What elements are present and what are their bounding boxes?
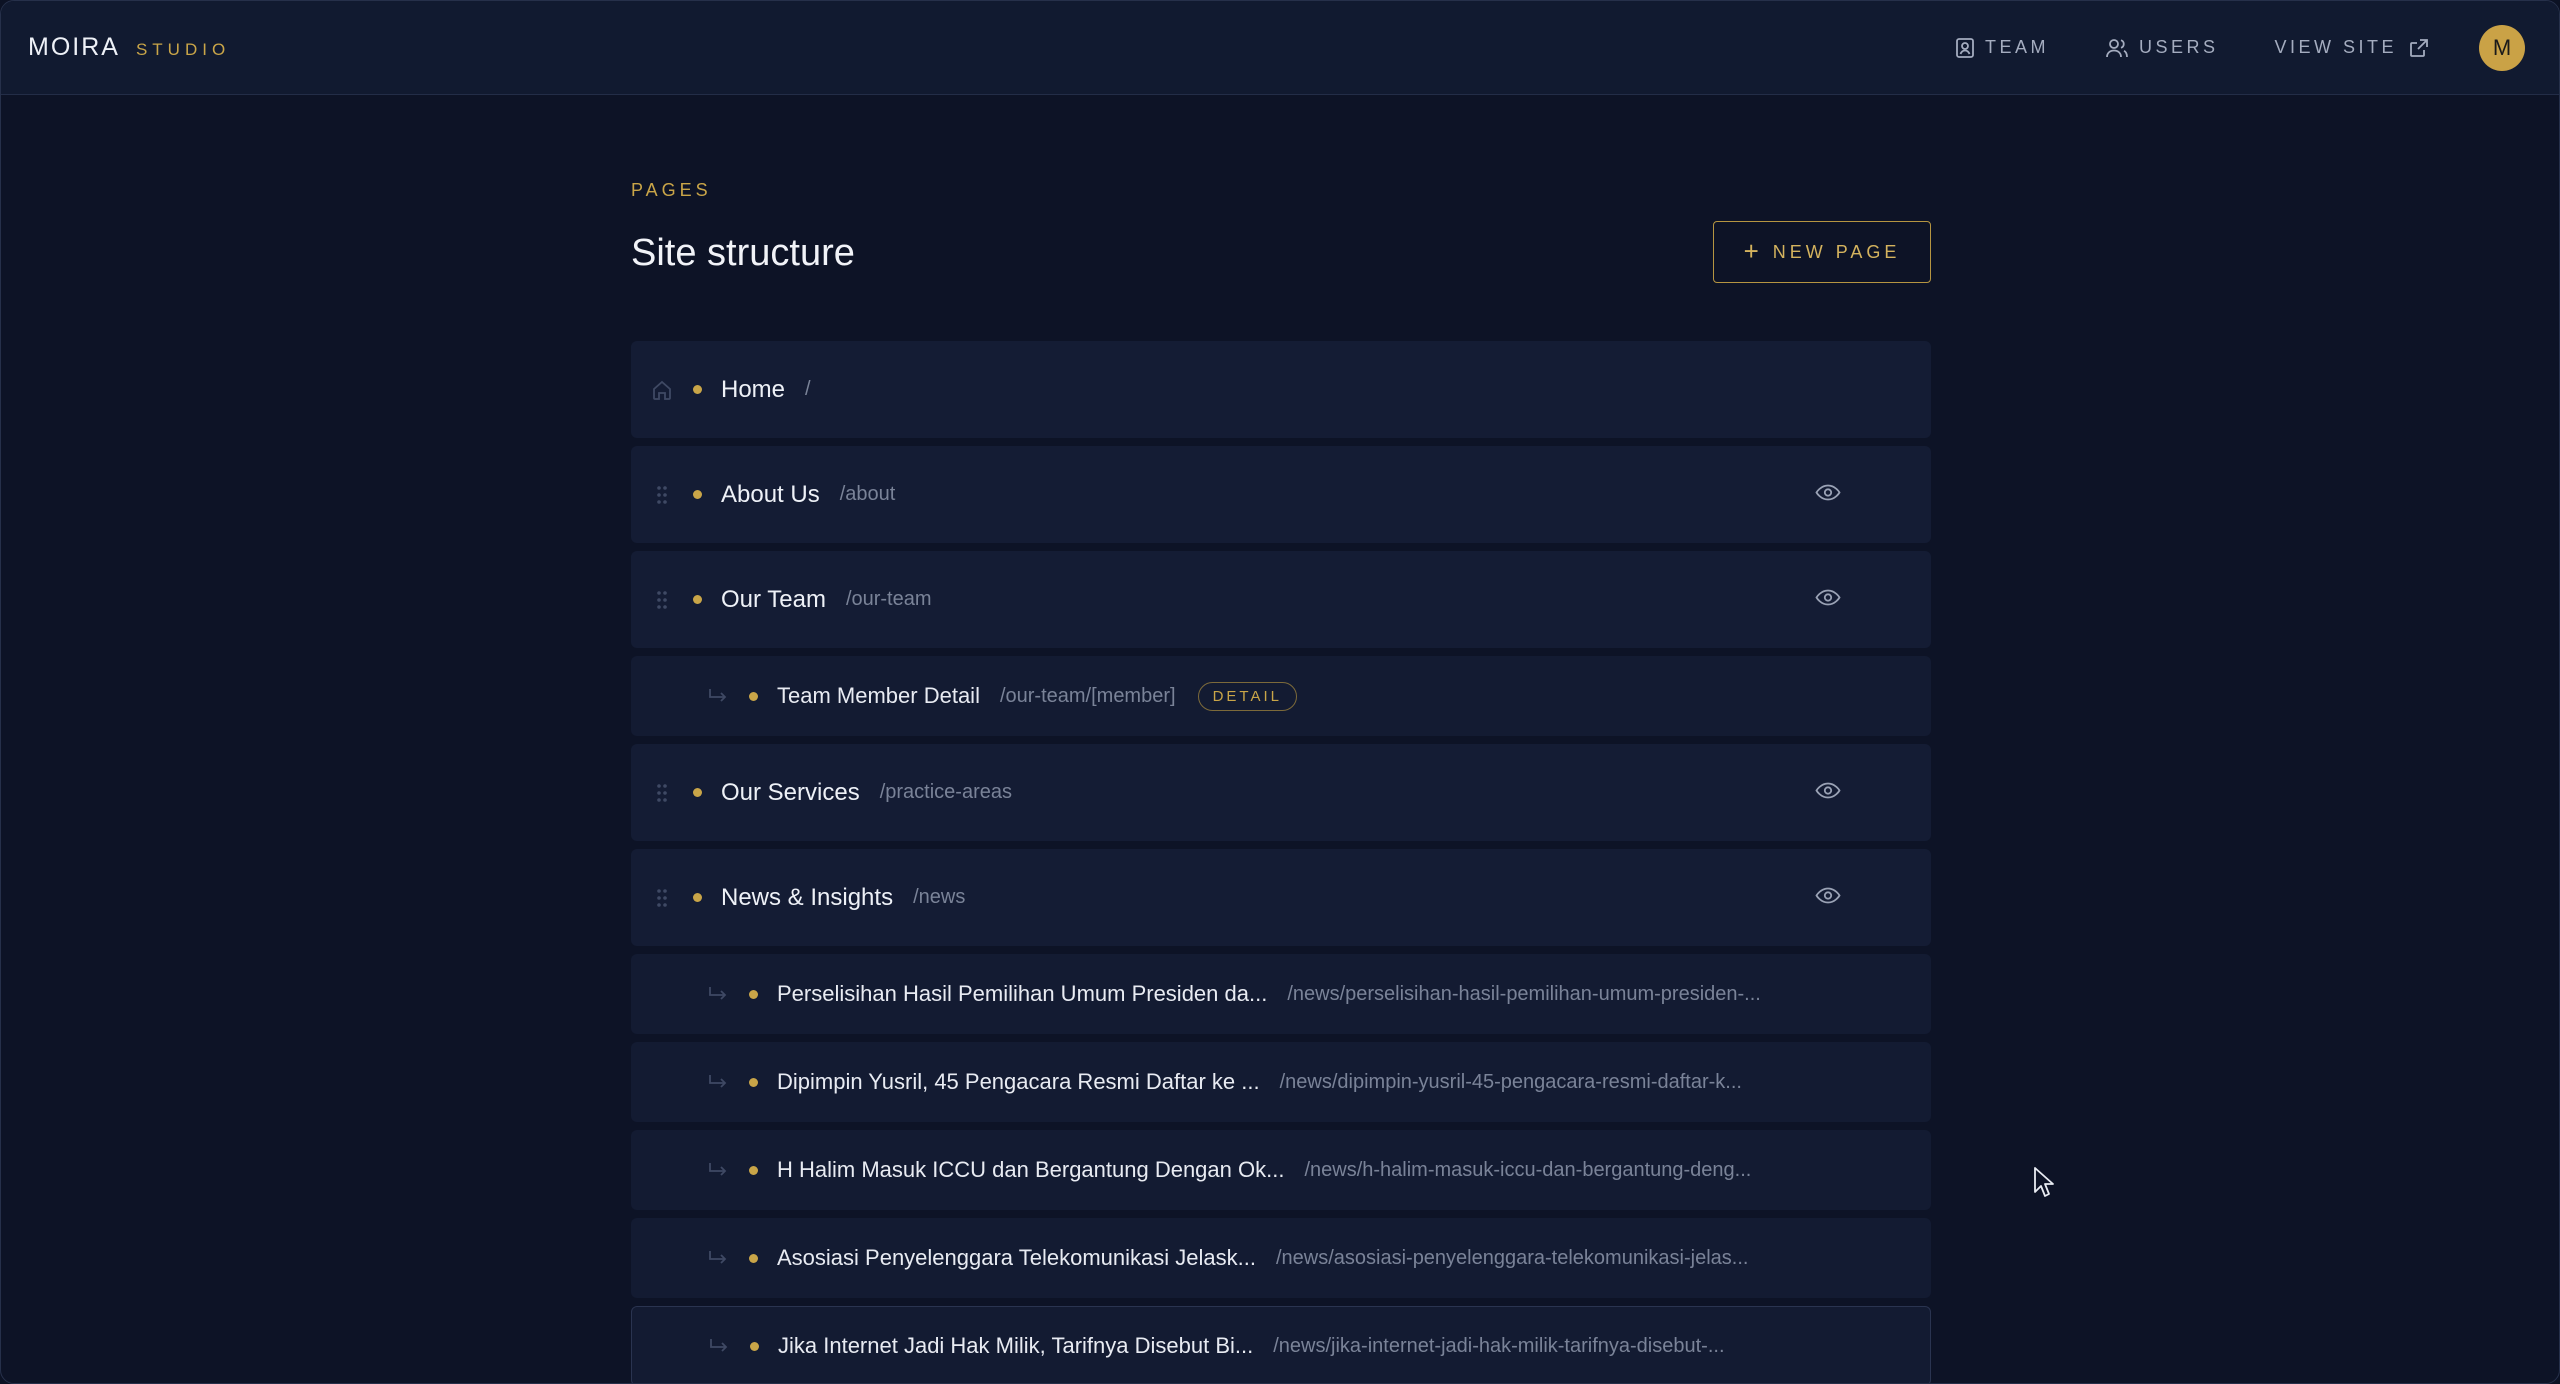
page-title-text: News & Insights — [721, 883, 894, 911]
page-title-text: Asosiasi Penyelenggara Telekomunikasi Je… — [777, 1245, 1256, 1270]
status-dot — [749, 1253, 758, 1263]
page-slug: /news/asosiasi-penyelenggara-telekomunik… — [1275, 1246, 1749, 1269]
page-title-text: Dipimpin Yusril, 45 Pengacara Resmi Daft… — [777, 1069, 1260, 1094]
page-slug: /our-team/[member] — [999, 684, 1176, 707]
page-title-text: Perselisihan Hasil Pemilihan Umum Presid… — [777, 981, 1268, 1006]
drag-handle-icon[interactable] — [631, 887, 693, 909]
page-slug: /news/dipimpin-yusril-45-pengacara-resmi… — [1279, 1070, 1742, 1093]
page-slug: /news/perselisihan-hasil-pemilihan-umum-… — [1287, 982, 1761, 1005]
page-slug: /about — [839, 483, 896, 505]
nav-team[interactable]: TEAM — [1955, 37, 2049, 59]
page-row-news-article[interactable]: H Halim Masuk ICCU dan Bergantung Dengan… — [631, 1130, 1931, 1210]
page-slug: / — [805, 378, 811, 400]
child-arrow-icon — [631, 1249, 739, 1267]
detail-badge: DETAIL — [1197, 681, 1297, 711]
page-row-news-article[interactable]: Dipimpin Yusril, 45 Pengacara Resmi Daft… — [631, 1042, 1931, 1122]
status-dot — [749, 1165, 758, 1175]
eye-icon[interactable] — [1815, 780, 1841, 805]
brand-logo[interactable]: MOIRA STUDIO — [28, 33, 230, 62]
drag-handle-icon[interactable] — [631, 782, 693, 804]
page-slug: /our-team — [845, 588, 932, 610]
new-page-button[interactable]: + NEW PAGE — [1713, 221, 1931, 283]
child-arrow-icon — [632, 1337, 740, 1355]
status-dot — [749, 691, 758, 701]
brand-name: MOIRA — [28, 33, 120, 61]
mouse-cursor-icon — [2033, 1166, 2055, 1203]
page-slug: /news/h-halim-masuk-iccu-dan-bergantung-… — [1304, 1158, 1752, 1181]
top-nav: TEAM USERS VIEW SITE M — [1955, 1, 2559, 94]
drag-handle-icon[interactable] — [631, 484, 693, 506]
page-row-about[interactable]: About Us /about — [631, 446, 1931, 543]
page-row-home[interactable]: Home / — [631, 341, 1931, 438]
page-title-text: Our Team — [721, 585, 826, 613]
child-arrow-icon — [631, 1161, 739, 1179]
eye-icon[interactable] — [1815, 587, 1841, 612]
page-row-news-article[interactable]: Asosiasi Penyelenggara Telekomunikasi Je… — [631, 1218, 1931, 1298]
status-dot — [693, 385, 702, 394]
page-title-text: Jika Internet Jadi Hak Milik, Tarifnya D… — [778, 1333, 1254, 1358]
plus-icon: + — [1743, 235, 1759, 266]
page-row-team-member-detail[interactable]: Team Member Detail /our-team/[member] DE… — [631, 656, 1931, 736]
status-dot — [693, 893, 702, 902]
status-dot — [693, 490, 702, 499]
nav-team-label: TEAM — [1984, 37, 2049, 57]
app-window: MOIRA STUDIO TEAM USERS VIEW SITE M PAGE… — [0, 0, 2560, 1384]
new-page-label: NEW PAGE — [1772, 241, 1901, 262]
top-bar: MOIRA STUDIO TEAM USERS VIEW SITE M — [1, 1, 2559, 95]
status-dot — [749, 1077, 758, 1087]
nav-users-label: USERS — [2138, 37, 2219, 57]
page-slug: /practice-areas — [879, 781, 1012, 803]
page-row-news-article[interactable]: Jika Internet Jadi Hak Milik, Tarifnya D… — [631, 1306, 1931, 1383]
eye-icon[interactable] — [1815, 885, 1841, 910]
page-title-text: Home — [721, 375, 786, 403]
nav-users[interactable]: USERS — [2105, 37, 2219, 59]
child-arrow-icon — [631, 687, 739, 705]
nav-view-site[interactable]: VIEW SITE — [2274, 37, 2429, 58]
page-row-news[interactable]: News & Insights /news — [631, 849, 1931, 946]
team-icon — [1956, 37, 1974, 58]
status-dot — [749, 989, 758, 999]
avatar[interactable]: M — [2479, 24, 2525, 71]
drag-handle-icon[interactable] — [631, 589, 693, 611]
status-dot — [693, 595, 702, 604]
brand-sub: STUDIO — [135, 40, 231, 59]
child-arrow-icon — [631, 985, 739, 1003]
status-dot — [750, 1341, 759, 1351]
page-row-news-article[interactable]: Perselisihan Hasil Pemilihan Umum Presid… — [631, 954, 1931, 1034]
external-link-icon — [2410, 38, 2428, 57]
page-slug: /news/jika-internet-jadi-hak-milik-tarif… — [1273, 1334, 1725, 1357]
page-title: Site structure — [631, 232, 855, 274]
page-tree: Home / About Us /about Our Team /our-tea… — [631, 341, 1931, 1383]
eye-icon[interactable] — [1815, 482, 1841, 507]
page-slug: /news — [913, 886, 966, 908]
status-dot — [693, 788, 702, 797]
page-row-our-services[interactable]: Our Services /practice-areas — [631, 744, 1931, 841]
page-title-text: Our Services — [721, 778, 860, 806]
page-title-text: H Halim Masuk ICCU dan Bergantung Dengan… — [777, 1157, 1285, 1182]
page-row-our-team[interactable]: Our Team /our-team — [631, 551, 1931, 648]
nav-view-site-label: VIEW SITE — [2274, 37, 2397, 57]
child-arrow-icon — [631, 1073, 739, 1091]
home-icon — [631, 379, 693, 401]
users-icon — [2106, 38, 2128, 57]
section-eyebrow: PAGES — [631, 180, 712, 200]
page-title-text: About Us — [721, 480, 820, 508]
page-title-text: Team Member Detail — [777, 683, 980, 708]
